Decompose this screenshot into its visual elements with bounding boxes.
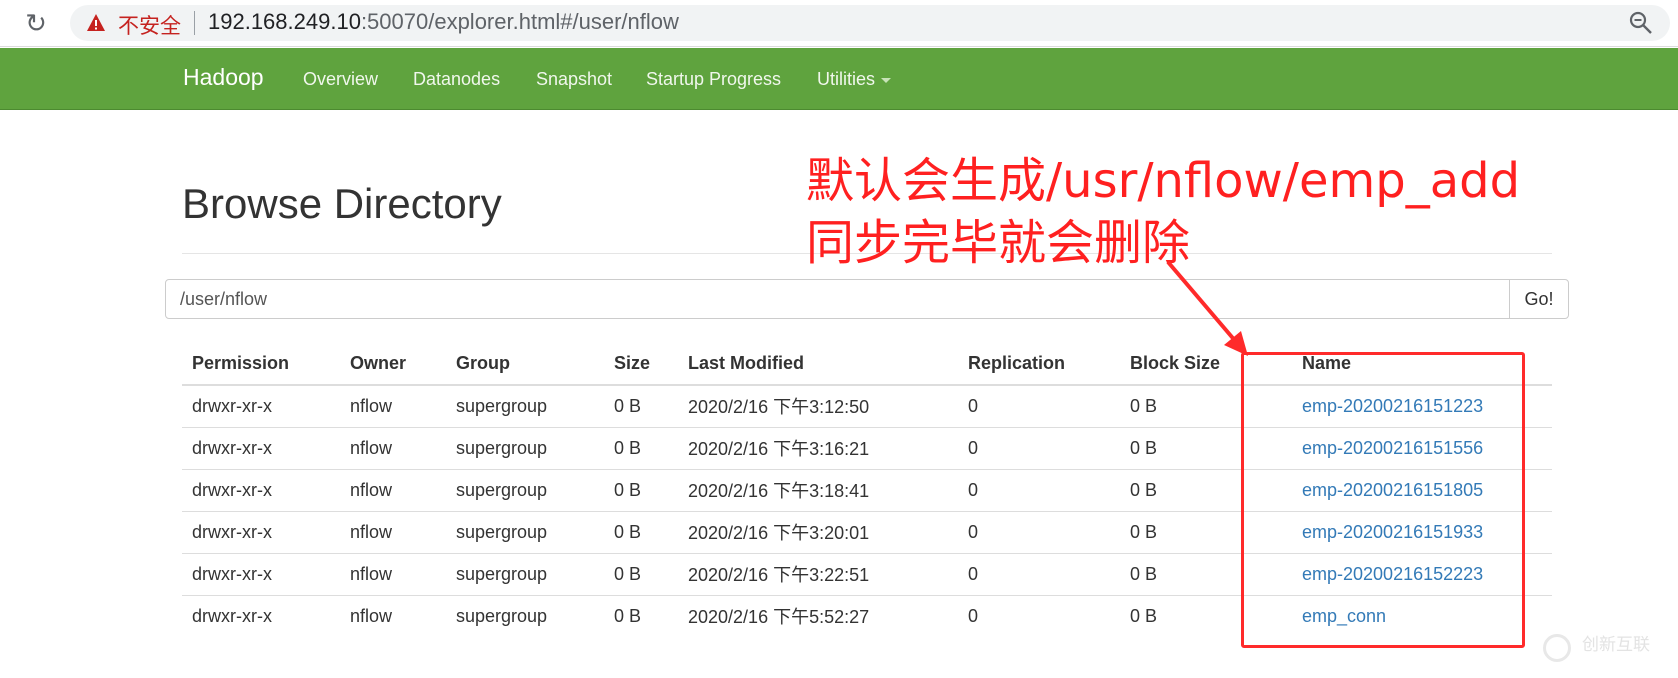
warning-icon[interactable] [86,13,106,33]
cell-permission: drwxr-xr-x [182,468,340,511]
annotation-line-2: 同步完毕就会删除 [806,215,1191,271]
cell-last-modified: 2020/2/16 下午3:16:21 [678,426,958,469]
brand-logo[interactable]: Hadoop [183,64,264,91]
page-title: Browse Directory [182,180,502,227]
nav-utilities[interactable]: Utilities [817,69,892,90]
reload-icon[interactable]: ↻ [22,9,50,37]
cell-owner: nflow [340,510,446,553]
highlight-box [1241,352,1525,648]
hadoop-navbar: Hadoop Overview Datanodes Snapshot Start… [0,48,1678,110]
divider [194,11,195,35]
annotation-line-1: 默认会生成/usr/nflow/emp_add [806,153,1521,209]
column-header-permission[interactable]: Permission [182,343,340,386]
path-input[interactable] [165,279,1510,319]
cell-last-modified: 2020/2/16 下午3:22:51 [678,552,958,595]
cell-permission: drwxr-xr-x [182,594,340,637]
watermark-logo-icon [1543,634,1571,662]
nav-utilities-label: Utilities [817,69,876,89]
cell-size: 0 B [604,426,678,469]
go-button[interactable]: Go! [1509,279,1569,319]
nav-snapshot[interactable]: Snapshot [536,69,612,90]
cell-size: 0 B [604,594,678,637]
url-text[interactable]: 192.168.249.10:50070/explorer.html#/user… [208,9,679,35]
cell-last-modified: 2020/2/16 下午5:52:27 [678,594,958,637]
cell-size: 0 B [604,552,678,595]
cell-permission: drwxr-xr-x [182,510,340,553]
url-host: 192.168.249.10 [208,9,361,34]
cell-group: supergroup [446,468,604,511]
cell-replication: 0 [958,384,1120,427]
nav-startup-progress[interactable]: Startup Progress [646,69,781,90]
chevron-down-icon [881,77,892,83]
cell-owner: nflow [340,384,446,427]
cell-owner: nflow [340,552,446,595]
column-header-size[interactable]: Size [604,343,678,386]
cell-replication: 0 [958,426,1120,469]
cell-permission: drwxr-xr-x [182,552,340,595]
cell-owner: nflow [340,468,446,511]
cell-owner: nflow [340,594,446,637]
cell-permission: drwxr-xr-x [182,384,340,427]
column-header-owner[interactable]: Owner [340,343,446,386]
cell-group: supergroup [446,510,604,553]
cell-replication: 0 [958,552,1120,595]
column-header-group[interactable]: Group [446,343,604,386]
cell-replication: 0 [958,594,1120,637]
cell-group: supergroup [446,552,604,595]
cell-size: 0 B [604,468,678,511]
browser-toolbar: ↻ 不安全 192.168.249.10:50070/explorer.html… [0,0,1678,47]
watermark-text: 创新互联 [1582,635,1650,655]
annotation-text: 默认会生成/usr/nflow/emp_add 同步完毕就会删除 [806,150,1520,274]
cell-size: 0 B [604,510,678,553]
cell-group: supergroup [446,426,604,469]
cell-replication: 0 [958,468,1120,511]
cell-last-modified: 2020/2/16 下午3:12:50 [678,384,958,427]
nav-overview[interactable]: Overview [303,69,378,90]
cell-size: 0 B [604,384,678,427]
cell-last-modified: 2020/2/16 下午3:20:01 [678,510,958,553]
column-header-replication[interactable]: Replication [958,343,1120,386]
zoom-icon[interactable] [1628,10,1654,36]
cell-permission: drwxr-xr-x [182,426,340,469]
cell-group: supergroup [446,384,604,427]
cell-owner: nflow [340,426,446,469]
url-path: :50070/explorer.html#/user/nflow [360,9,679,34]
column-header-last-modified[interactable]: Last Modified [678,343,958,386]
security-label[interactable]: 不安全 [118,10,181,40]
cell-last-modified: 2020/2/16 下午3:18:41 [678,468,958,511]
cell-replication: 0 [958,510,1120,553]
nav-datanodes[interactable]: Datanodes [413,69,500,90]
cell-group: supergroup [446,594,604,637]
